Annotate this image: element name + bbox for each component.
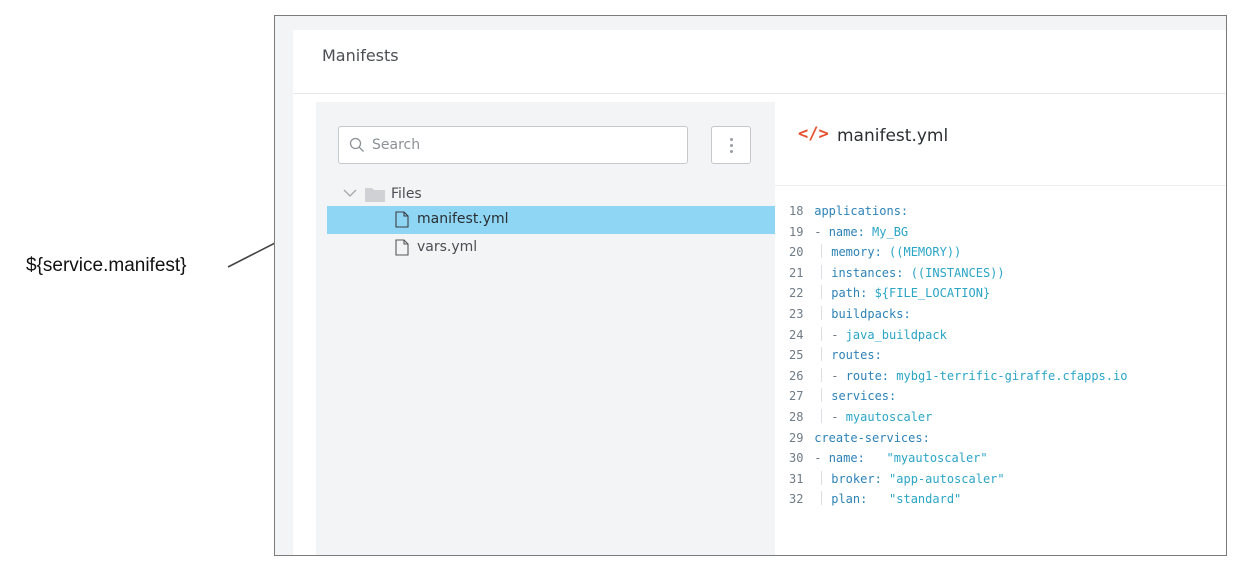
chevron-down-icon[interactable] (343, 188, 357, 198)
search-icon (349, 137, 364, 152)
yaml-key: services: (831, 389, 897, 404)
folder-label: Files (391, 186, 422, 202)
line-number: 20 (789, 245, 804, 260)
code-icon: </> (798, 124, 829, 144)
yaml-value: java_buildpack (845, 327, 947, 342)
yaml-value: ((MEMORY)) (881, 245, 962, 260)
yaml-value: My_BG (864, 224, 909, 239)
yaml-key: path: (831, 286, 868, 301)
indent-guide (821, 491, 831, 506)
editor-header: </> manifest.yml (775, 102, 1226, 186)
file-label: manifest.yml (417, 211, 509, 227)
line-number: 31 (789, 471, 804, 486)
indent-guide (821, 326, 831, 341)
yaml-value: ((INSTANCES)) (903, 265, 1005, 280)
list-dash: - (831, 327, 846, 342)
line-number: 30 (789, 451, 804, 466)
line-number: 21 (789, 265, 804, 280)
code-line: 18 applications: (789, 201, 1226, 222)
yaml-key: routes: (831, 348, 882, 363)
kebab-dot (729, 137, 733, 141)
indent-guide (821, 244, 831, 259)
line-number: 23 (789, 306, 804, 321)
list-dash: - (831, 409, 846, 424)
yaml-key: name: (828, 224, 865, 239)
indent-guide (821, 305, 831, 320)
code-line: 32 plan: "standard" (789, 489, 1226, 510)
code-line: 31 broker: "app-autoscaler" (789, 469, 1226, 490)
tree-file-vars[interactable]: vars.yml (316, 234, 775, 262)
manifests-panel: Manifests F (293, 30, 1226, 555)
editor-pane: </> manifest.yml 18 applications: 19 - na… (775, 102, 1226, 555)
yaml-key: instances: (831, 265, 904, 280)
code-line: 29 create-services: (789, 428, 1226, 449)
code-line: 25 routes: (789, 345, 1226, 366)
yaml-value: ${FILE_LOCATION} (867, 286, 991, 301)
list-dash: - (831, 368, 846, 383)
code-line: 30 - name: "myautoscaler" (789, 448, 1226, 469)
yaml-value: mybg1-terrific-giraffe.cfapps.io (889, 368, 1128, 383)
list-dash: - (814, 224, 829, 239)
file-browser: Files manifest.yml vars.yml (316, 102, 775, 555)
code-line: 22 path: ${FILE_LOCATION} (789, 283, 1226, 304)
folder-icon (365, 188, 385, 202)
editor-filename: manifest.yml (837, 126, 949, 146)
file-icon (395, 239, 409, 256)
code-editor[interactable]: 18 applications: 19 - name: My_BG 20 memor… (789, 201, 1226, 510)
yaml-key: buildpacks: (831, 306, 911, 321)
code-line: 21 instances: ((INSTANCES)) (789, 263, 1226, 284)
indent-guide (821, 367, 831, 382)
line-number: 19 (789, 224, 804, 239)
line-number: 25 (789, 348, 804, 363)
code-line: 20 memory: ((MEMORY)) (789, 242, 1226, 263)
yaml-key: create-services: (814, 430, 930, 445)
indent-guide (821, 285, 831, 300)
code-line: 19 - name: My_BG (789, 222, 1226, 243)
search-box[interactable] (338, 126, 688, 164)
line-number: 26 (789, 368, 804, 383)
file-icon (395, 211, 409, 228)
line-number: 27 (789, 389, 804, 404)
indent-guide (821, 388, 831, 403)
yaml-key: plan: (831, 492, 868, 507)
more-options-button[interactable] (711, 126, 751, 164)
yaml-key: name: (828, 451, 865, 466)
line-number: 28 (789, 409, 804, 424)
line-number: 18 (789, 204, 804, 218)
yaml-key: route: (845, 368, 890, 383)
yaml-key: memory: (831, 245, 882, 260)
yaml-key: applications: (814, 204, 909, 218)
panel-header: Manifests (293, 30, 1226, 94)
indent-guide (821, 470, 831, 485)
indent-guide (821, 347, 831, 362)
yaml-value: myautoscaler (845, 409, 933, 424)
yaml-key: broker: (831, 471, 882, 486)
line-number: 22 (789, 286, 804, 301)
panel-title: Manifests (322, 46, 399, 65)
line-number: 32 (789, 492, 804, 507)
indent-guide (821, 408, 831, 423)
tree-file-manifest[interactable]: manifest.yml (327, 206, 775, 234)
yaml-value: "standard" (867, 492, 962, 507)
manifests-window: Manifests F (274, 15, 1227, 556)
yaml-value: "myautoscaler" (864, 451, 988, 466)
file-label: vars.yml (417, 239, 478, 255)
annotation-label: ${service.manifest} (26, 255, 187, 276)
tree-folder-files[interactable]: Files (316, 180, 775, 208)
search-input[interactable] (372, 127, 672, 163)
kebab-dot (729, 143, 733, 147)
indent-guide (821, 264, 831, 279)
code-line: 28 - myautoscaler (789, 407, 1226, 428)
code-line: 24 - java_buildpack (789, 325, 1226, 346)
kebab-dot (729, 149, 733, 153)
line-number: 24 (789, 327, 804, 342)
line-number: 29 (789, 430, 804, 445)
code-line: 27 services: (789, 386, 1226, 407)
list-dash: - (814, 451, 829, 466)
code-line: 23 buildpacks: (789, 304, 1226, 325)
yaml-value: "app-autoscaler" (881, 471, 1005, 486)
code-line: 26 - route: mybg1-terrific-giraffe.cfapp… (789, 366, 1226, 387)
